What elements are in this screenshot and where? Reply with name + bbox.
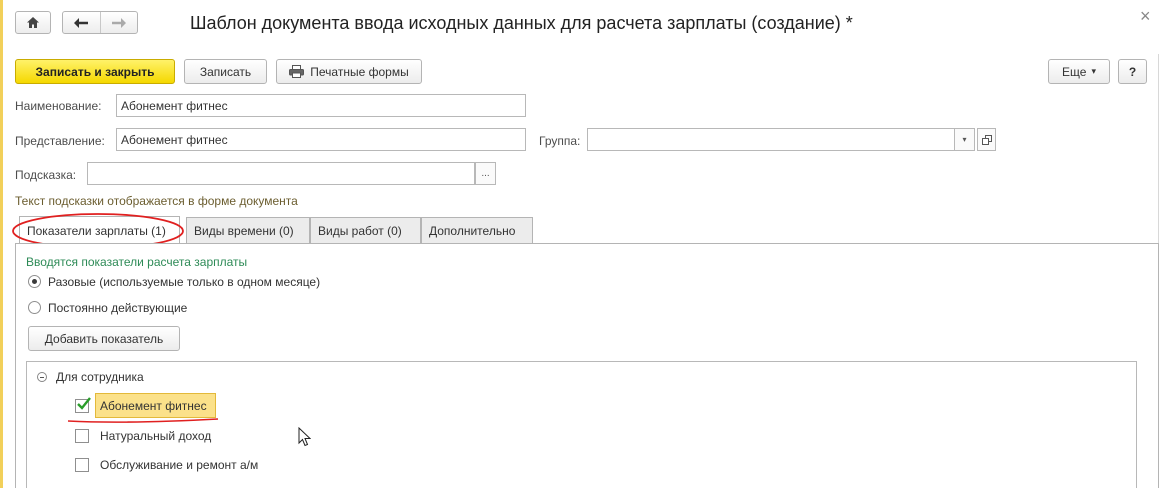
radio-once[interactable] [28, 275, 41, 288]
forward-button[interactable] [101, 12, 138, 33]
radio-permanent-label: Постоянно действующие [48, 301, 188, 315]
name-label: Наименование: [15, 99, 102, 113]
chevron-down-icon: ▾ [962, 135, 967, 144]
hint-note: Текст подсказки отображается в форме док… [15, 194, 298, 208]
hint-select-button[interactable]: ... [475, 162, 496, 185]
tree-group-label: Для сотрудника [56, 370, 144, 384]
group-dropdown-button[interactable]: ▾ [955, 128, 975, 151]
window-title: Шаблон документа ввода исходных данных д… [190, 13, 853, 33]
home-icon [27, 17, 39, 28]
more-label: Еще [1062, 64, 1087, 79]
tab-work-types[interactable]: Виды работ (0) [310, 217, 421, 243]
back-button[interactable] [63, 12, 101, 33]
open-form-icon [981, 134, 992, 145]
collapse-icon[interactable] [37, 372, 47, 382]
presentation-field[interactable]: Абонемент фитнес [116, 128, 526, 151]
checkmark-icon [77, 397, 91, 410]
add-indicator-button[interactable]: Добавить показатель [28, 326, 180, 351]
nav-group [62, 11, 138, 34]
arrow-right-icon [111, 17, 126, 28]
name-field[interactable]: Абонемент фитнес [116, 94, 526, 117]
tab-time-types[interactable]: Виды времени (0) [186, 217, 310, 243]
group-label: Группа: [539, 134, 581, 148]
printer-icon [289, 65, 305, 78]
radio-permanent[interactable] [28, 301, 41, 314]
item-label-natural-income: Натуральный доход [100, 429, 212, 443]
more-button[interactable]: Еще ▾ [1048, 59, 1110, 84]
help-button[interactable]: ? [1118, 59, 1147, 84]
item-checkbox-fitness[interactable] [75, 397, 91, 413]
item-checkbox-natural-income[interactable] [75, 429, 89, 443]
mouse-cursor-icon [298, 427, 311, 447]
print-forms-label: Печатные формы [310, 64, 409, 79]
window-left-border [0, 0, 3, 488]
item-label-car-service: Обслуживание и ремонт а/м [100, 458, 259, 472]
print-forms-button[interactable]: Печатные формы [276, 59, 422, 84]
hint-field[interactable] [87, 162, 475, 185]
radio-once-label: Разовые (используемые только в одном мес… [48, 275, 321, 289]
save-and-close-button[interactable]: Записать и закрыть [15, 59, 175, 84]
save-button[interactable]: Записать [184, 59, 267, 84]
group-open-button[interactable] [977, 128, 996, 151]
close-icon[interactable]: × [1140, 6, 1151, 27]
chevron-down-icon: ▾ [1091, 66, 1096, 76]
annotation-underline [67, 418, 219, 423]
item-checkbox-car-service[interactable] [75, 458, 89, 472]
home-button[interactable] [15, 11, 51, 34]
group-field[interactable] [587, 128, 955, 151]
arrow-left-icon [74, 17, 89, 28]
panel-heading: Вводятся показатели расчета зарплаты [26, 255, 248, 269]
hint-label: Подсказка: [15, 168, 77, 182]
tab-additional[interactable]: Дополнительно [421, 217, 533, 243]
presentation-label: Представление: [15, 134, 105, 148]
item-label-fitness: Абонемент фитнес [100, 398, 207, 413]
